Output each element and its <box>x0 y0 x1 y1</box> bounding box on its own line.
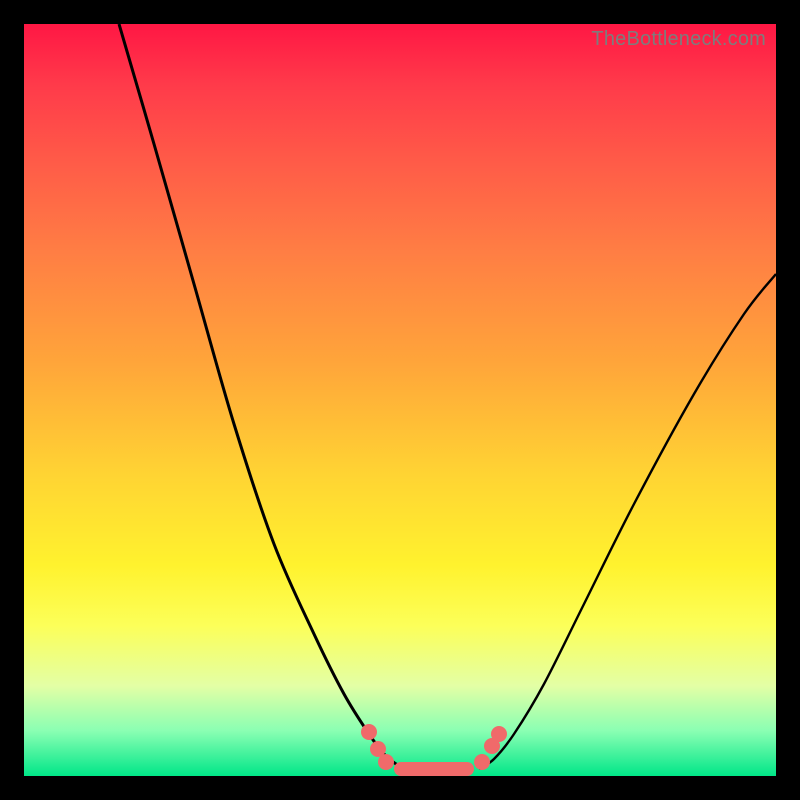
marker-dot <box>491 726 507 742</box>
marker-layer <box>24 24 776 776</box>
watermark-text: TheBottleneck.com <box>591 28 766 51</box>
marker-dot <box>474 754 490 770</box>
marker-dot <box>378 754 394 770</box>
marker-bar <box>394 762 474 776</box>
chart-frame: TheBottleneck.com <box>24 24 776 776</box>
marker-dot <box>361 724 377 740</box>
